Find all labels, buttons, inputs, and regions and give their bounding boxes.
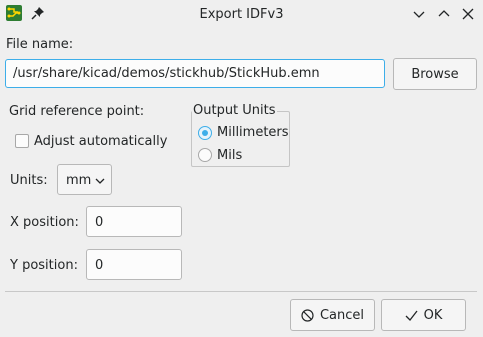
title-bar: Export IDFv3 xyxy=(0,0,483,30)
maximize-icon[interactable] xyxy=(436,6,452,22)
millimeters-radio[interactable] xyxy=(198,126,212,140)
x-position-label: X position: xyxy=(10,215,79,230)
browse-button[interactable]: Browse xyxy=(393,58,477,90)
cancel-button[interactable]: Cancel xyxy=(290,299,375,331)
y-position-label: Y position: xyxy=(10,258,78,273)
close-icon[interactable] xyxy=(460,6,476,22)
file-name-field[interactable] xyxy=(5,59,385,88)
cancel-button-label: Cancel xyxy=(319,307,365,323)
y-position-value: 0 xyxy=(95,258,104,273)
file-name-input[interactable] xyxy=(13,66,379,81)
grid-reference-label: Grid reference point: xyxy=(9,104,145,119)
file-name-label: File name: xyxy=(6,37,74,52)
chevron-down-icon xyxy=(95,178,105,184)
x-position-value: 0 xyxy=(95,215,104,230)
cancel-icon xyxy=(301,308,314,322)
units-select[interactable]: mm xyxy=(57,164,112,195)
output-units-title: Output Units xyxy=(192,103,277,118)
separator xyxy=(5,291,477,292)
browse-button-label: Browse xyxy=(411,66,459,82)
x-position-field[interactable]: 0 xyxy=(86,206,182,237)
mils-radio[interactable] xyxy=(198,148,212,162)
adjust-automatically-checkbox[interactable] xyxy=(15,134,29,148)
y-position-field[interactable]: 0 xyxy=(86,249,182,280)
millimeters-label[interactable]: Millimeters xyxy=(217,125,289,140)
mils-label[interactable]: Mils xyxy=(217,148,242,163)
ok-button[interactable]: OK xyxy=(381,299,466,331)
units-select-value: mm xyxy=(66,173,92,188)
units-label: Units: xyxy=(10,173,48,188)
minimize-icon[interactable] xyxy=(411,6,427,22)
checkmark-icon xyxy=(405,310,418,321)
adjust-automatically-label[interactable]: Adjust automatically xyxy=(34,134,167,149)
ok-button-label: OK xyxy=(423,307,443,323)
